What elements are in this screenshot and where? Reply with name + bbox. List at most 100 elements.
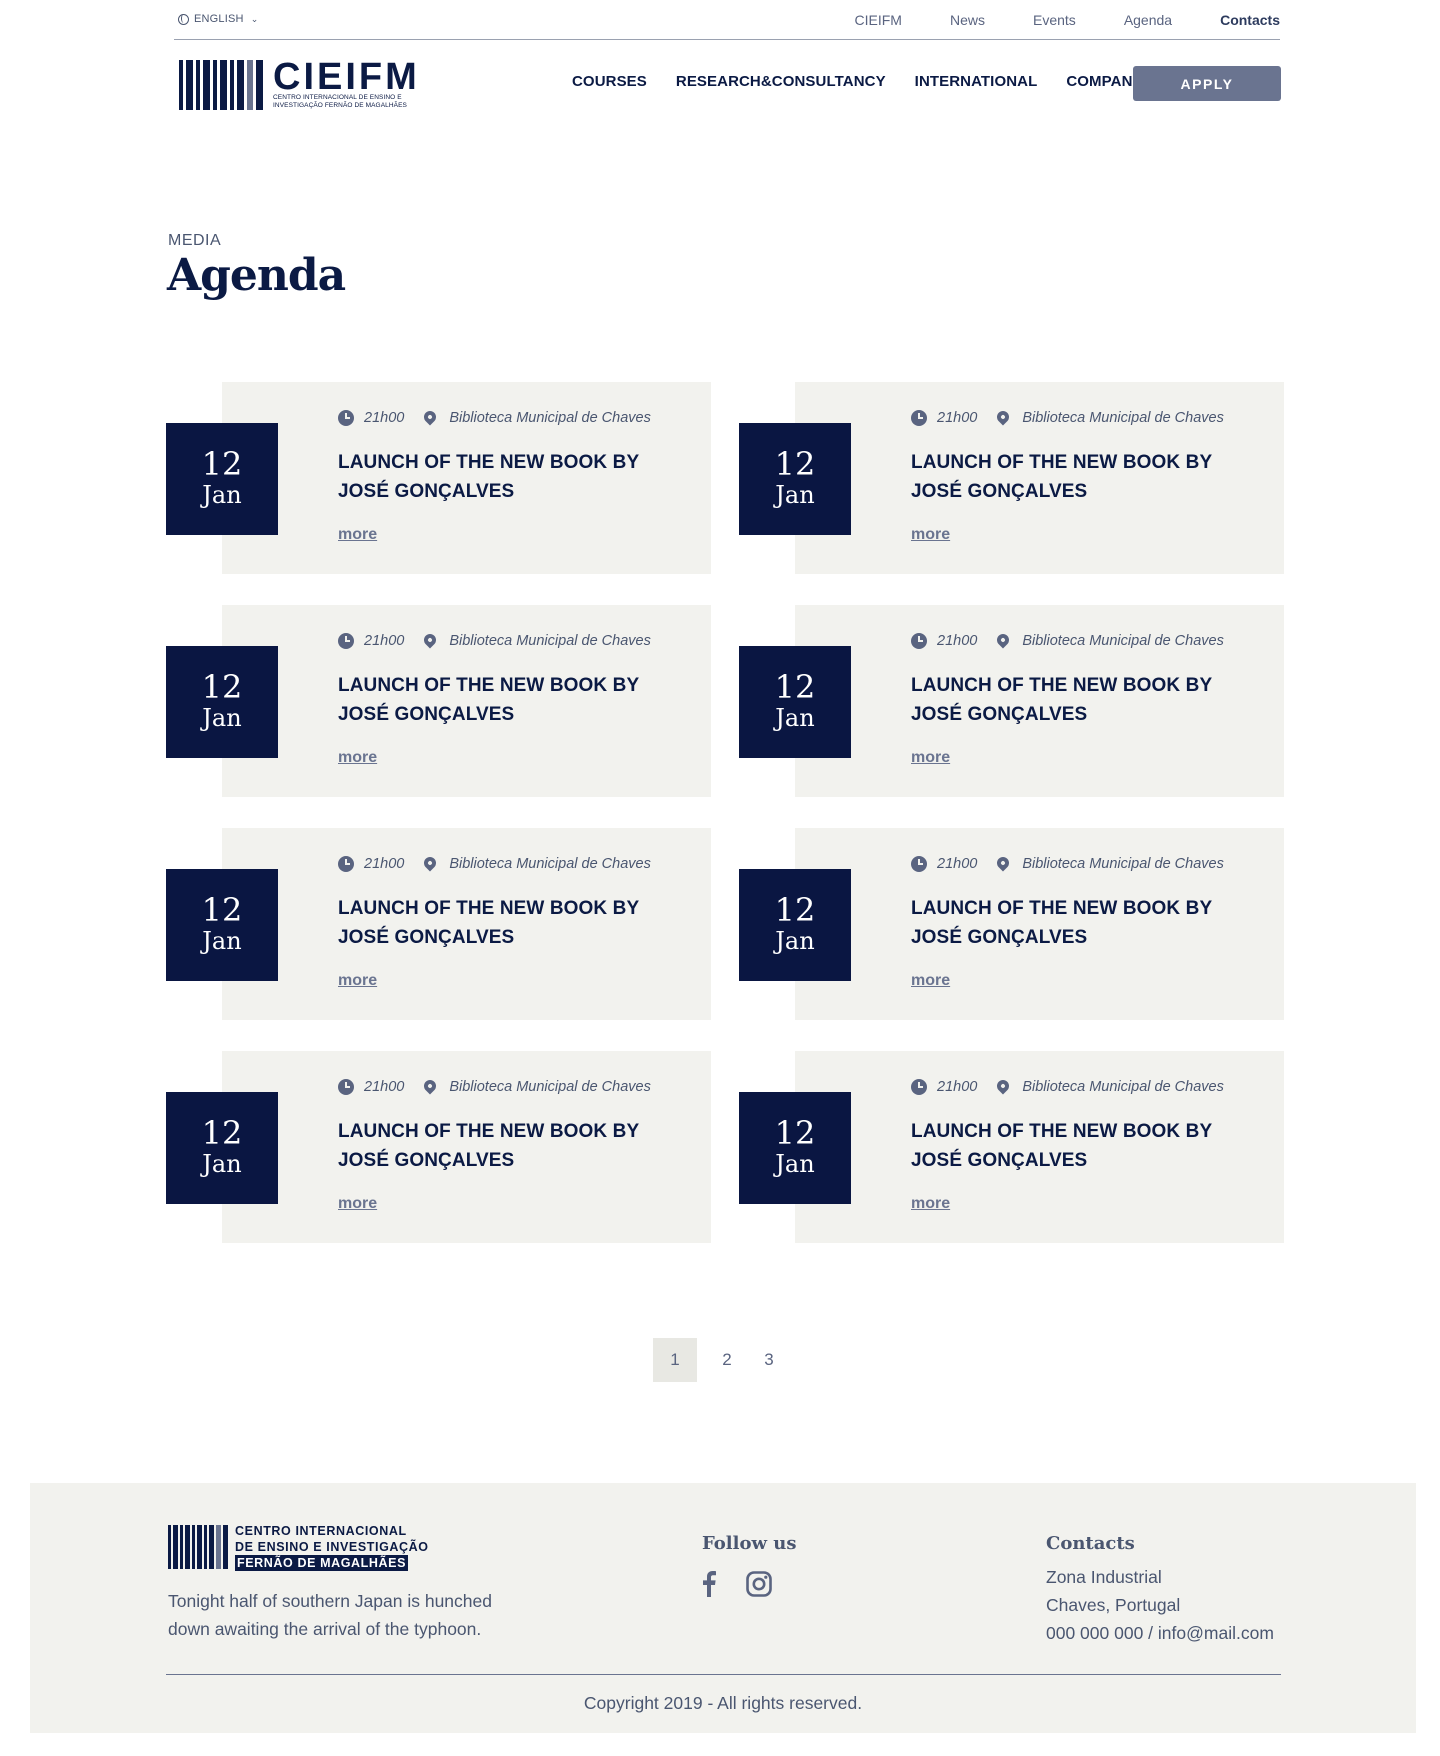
event-more-link[interactable]: more <box>338 1195 377 1213</box>
clock-icon <box>338 856 354 872</box>
event-day: 12 <box>774 891 816 929</box>
footer-logo: CENTRO INTERNACIONAL DE ENSINO E INVESTI… <box>168 1523 429 1571</box>
site-logo[interactable]: CIEIFM CENTRO INTERNACIONAL DE ENSINO E … <box>179 58 420 110</box>
event-card-2: 12 Jan 21h00 Biblioteca Municipal de Cha… <box>739 382 1284 574</box>
event-title: LAUNCH OF THE NEW BOOK BY JOSÉ GONÇALVES <box>338 452 639 502</box>
event-date-badge: 12 Jan <box>166 646 278 758</box>
event-date-badge: 12 Jan <box>739 1092 851 1204</box>
instagram-icon[interactable] <box>746 1571 772 1602</box>
event-location: Biblioteca Municipal de Chaves <box>1022 633 1224 649</box>
event-more-link[interactable]: more <box>911 972 950 990</box>
main-nav: COURSES RESEARCH&CONSULTANCY INTERNATION… <box>572 73 1186 90</box>
page-3-link[interactable]: 3 <box>757 1338 781 1382</box>
language-selector[interactable]: ENGLISH ⌄ <box>178 13 258 25</box>
event-day: 12 <box>774 1114 816 1152</box>
event-location: Biblioteca Municipal de Chaves <box>449 633 651 649</box>
utility-link-cieifm[interactable]: CIEIFM <box>855 12 902 28</box>
event-time: 21h00 <box>937 633 978 649</box>
event-more-link[interactable]: more <box>911 1195 950 1213</box>
nav-international[interactable]: INTERNATIONAL <box>915 73 1038 90</box>
event-location: Biblioteca Municipal de Chaves <box>449 410 651 426</box>
event-month: Jan <box>202 704 242 732</box>
event-meta: 21h00 Biblioteca Municipal de Chaves <box>338 854 651 872</box>
footer-divider <box>166 1674 1281 1675</box>
event-time: 21h00 <box>937 856 978 872</box>
location-pin-icon <box>421 408 439 426</box>
event-more-link[interactable]: more <box>911 749 950 767</box>
event-title: LAUNCH OF THE NEW BOOK BY JOSÉ GONÇALVES <box>911 452 1212 502</box>
location-pin-icon <box>421 1077 439 1095</box>
event-time: 21h00 <box>937 410 978 426</box>
event-date-badge: 12 Jan <box>166 1092 278 1204</box>
page-current[interactable]: 1 <box>653 1338 697 1382</box>
event-meta: 21h00 Biblioteca Municipal de Chaves <box>911 408 1224 426</box>
utility-link-agenda[interactable]: Agenda <box>1124 12 1172 28</box>
event-month: Jan <box>775 481 815 509</box>
event-title: LAUNCH OF THE NEW BOOK BY JOSÉ GONÇALVES <box>338 675 639 725</box>
event-meta: 21h00 Biblioteca Municipal de Chaves <box>338 631 651 649</box>
social-links <box>702 1571 772 1602</box>
event-title: LAUNCH OF THE NEW BOOK BY JOSÉ GONÇALVES <box>911 1121 1212 1171</box>
event-day: 12 <box>201 891 243 929</box>
event-time: 21h00 <box>364 856 405 872</box>
clock-icon <box>338 1079 354 1095</box>
page-title: Agenda <box>167 250 346 301</box>
event-time: 21h00 <box>364 1079 405 1095</box>
clock-icon <box>911 633 927 649</box>
event-month: Jan <box>202 927 242 955</box>
utility-link-news[interactable]: News <box>950 12 985 28</box>
event-more-link[interactable]: more <box>338 749 377 767</box>
top-utility-bar: ENGLISH ⌄ CIEIFM News Events Agenda Cont… <box>174 0 1280 40</box>
event-more-link[interactable]: more <box>911 526 950 544</box>
event-month: Jan <box>775 927 815 955</box>
event-title: LAUNCH OF THE NEW BOOK BY JOSÉ GONÇALVES <box>338 898 639 948</box>
clock-icon <box>911 1079 927 1095</box>
event-location: Biblioteca Municipal de Chaves <box>1022 1079 1224 1095</box>
copyright: Copyright 2019 - All rights reserved. <box>583 1693 863 1713</box>
nav-research-consultancy[interactable]: RESEARCH&CONSULTANCY <box>676 73 886 90</box>
event-day: 12 <box>201 445 243 483</box>
address-line-1: Zona Industrial <box>1046 1567 1162 1587</box>
event-card-3: 12 Jan 21h00 Biblioteca Municipal de Cha… <box>166 605 711 797</box>
event-meta: 21h00 Biblioteca Municipal de Chaves <box>911 854 1224 872</box>
event-day: 12 <box>201 668 243 706</box>
event-date-badge: 12 Jan <box>739 869 851 981</box>
clock-icon <box>338 633 354 649</box>
location-pin-icon <box>994 854 1012 872</box>
event-card-8: 12 Jan 21h00 Biblioteca Municipal de Cha… <box>739 1051 1284 1243</box>
footer-logo-line-1: CENTRO INTERNACIONAL <box>235 1524 407 1538</box>
footer-contacts: Zona Industrial Chaves, Portugal 000 000… <box>1046 1563 1274 1647</box>
event-card-7: 12 Jan 21h00 Biblioteca Municipal de Cha… <box>166 1051 711 1243</box>
clock-icon <box>911 856 927 872</box>
event-title: LAUNCH OF THE NEW BOOK BY JOSÉ GONÇALVES <box>338 1121 639 1171</box>
location-pin-icon <box>421 631 439 649</box>
event-month: Jan <box>202 481 242 509</box>
nav-courses[interactable]: COURSES <box>572 73 647 90</box>
facebook-icon[interactable] <box>702 1571 716 1602</box>
follow-us-heading: Follow us <box>702 1533 797 1554</box>
location-pin-icon <box>994 631 1012 649</box>
phone-email[interactable]: 000 000 000 / info@mail.com <box>1046 1619 1274 1647</box>
event-meta: 21h00 Biblioteca Municipal de Chaves <box>338 1077 651 1095</box>
footer-logo-line-2: DE ENSINO E INVESTIGAÇÃO <box>235 1540 429 1554</box>
event-more-link[interactable]: more <box>338 972 377 990</box>
utility-link-events[interactable]: Events <box>1033 12 1076 28</box>
pagination: 1 2 3 <box>653 1338 799 1382</box>
event-card-1: 12 Jan 21h00 Biblioteca Municipal de Cha… <box>166 382 711 574</box>
chevron-down-icon: ⌄ <box>250 13 259 24</box>
event-meta: 21h00 Biblioteca Municipal de Chaves <box>338 408 651 426</box>
event-more-link[interactable]: more <box>338 526 377 544</box>
utility-link-contacts[interactable]: Contacts <box>1220 12 1280 28</box>
event-card-5: 12 Jan 21h00 Biblioteca Municipal de Cha… <box>166 828 711 1020</box>
agenda-grid: 12 Jan 21h00 Biblioteca Municipal de Cha… <box>166 382 1284 1243</box>
event-location: Biblioteca Municipal de Chaves <box>1022 410 1224 426</box>
apply-button[interactable]: APPLY <box>1133 66 1281 101</box>
event-month: Jan <box>775 704 815 732</box>
language-label: ENGLISH <box>194 13 244 25</box>
event-meta: 21h00 Biblioteca Municipal de Chaves <box>911 1077 1224 1095</box>
location-pin-icon <box>421 854 439 872</box>
page-2-link[interactable]: 2 <box>715 1338 739 1382</box>
logo-subtitle-1: CENTRO INTERNACIONAL DE ENSINO E <box>273 94 402 101</box>
event-day: 12 <box>201 1114 243 1152</box>
event-month: Jan <box>202 1150 242 1178</box>
